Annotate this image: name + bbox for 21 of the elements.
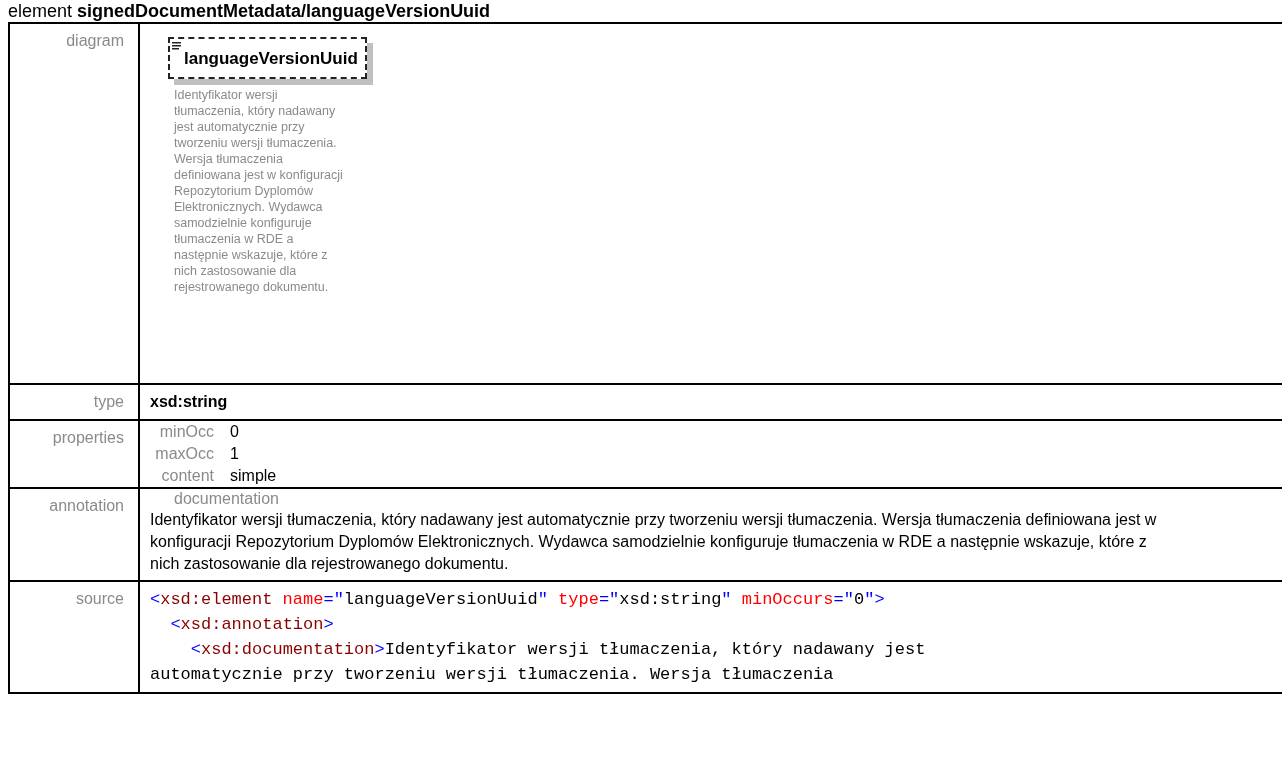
row-label: type: [93, 393, 124, 410]
row-label: annotation: [49, 497, 124, 514]
type-value: xsd:string: [150, 393, 228, 410]
property-value: 0: [230, 422, 240, 442]
property-name: content: [160, 466, 215, 486]
code-line: <xsd:annotation>: [169, 614, 335, 636]
code-line: automatycznie przy tworzeniu wersji tłumaczenia. Wersja tłumaczenia: [150, 664, 835, 686]
documentation-lines-icon: [172, 42, 182, 50]
code-line: <xsd:element name="languageVersionUuid" type="xsd:string" minOccurs="0">: [150, 589, 886, 611]
property-value: 1: [230, 444, 240, 464]
row-label: properties: [52, 429, 124, 446]
property-value: simple: [230, 466, 277, 486]
documentation-text: Identyfikator wersji tłumaczenia, który nadawany jest automatycznie przy tworzeniu wersji tłumaczenia. Wersja tłumaczenia definiowana jest w konfiguracji Repozytorium Dyplomów Elektronicznych. Wydawca samodzielnie konfiguruje tłumaczenia w RDE a następnie wskazuje, które z nich zastosowanie dla rejestrowanego dokumentu.: [150, 510, 1158, 574]
page-heading: element signedDocumentMetadata/languageVersionUuid: [7, 0, 492, 22]
element-description: Identyfikator wersji tłumaczenia, który nadawany jest automatycznie przy tworzeniu wersji tłumaczenia. Wersja tłumaczenia definiowana jest w konfiguracji Repozytorium Dyplomów Elektronicznych. Wydawca samodzielnie konfiguruje tłumaczenia w RDE a następnie wskazuje, które z nich zastosowanie dla rejestrowanego dokumentu.: [174, 86, 344, 296]
property-name: maxOcc: [154, 444, 215, 464]
documentation-heading: documentation: [173, 489, 280, 509]
row-label: source: [75, 590, 124, 607]
row-label: diagram: [66, 32, 124, 49]
code-line: <xsd:documentation>Identyfikator wersji tłumaczenia, który nadawany jest: [189, 639, 927, 661]
property-name: minOcc: [158, 422, 215, 442]
